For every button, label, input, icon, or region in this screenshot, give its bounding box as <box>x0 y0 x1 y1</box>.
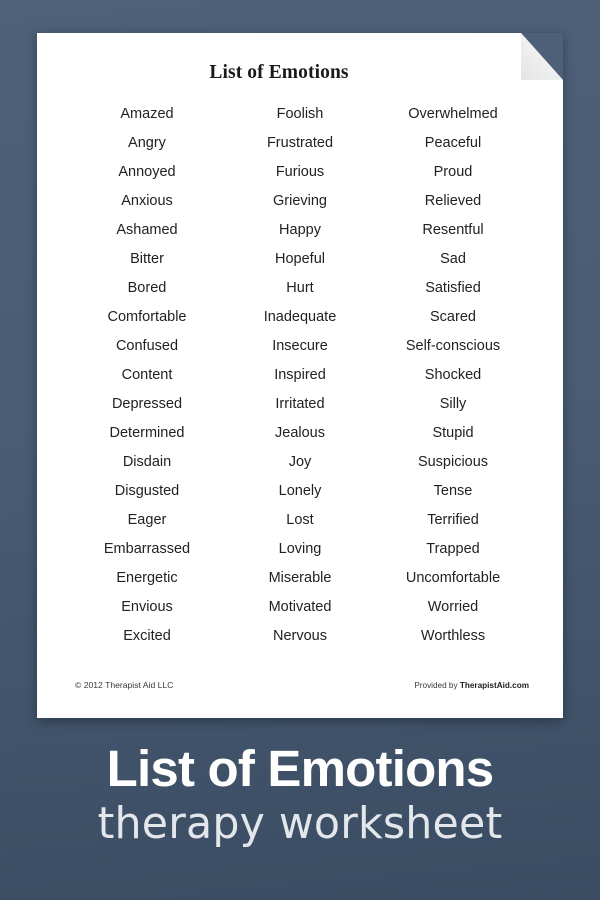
list-item: Eager <box>127 512 167 528</box>
list-item: Ashamed <box>116 222 178 238</box>
list-item: Grieving <box>273 193 327 209</box>
list-item: Loving <box>278 541 322 557</box>
list-item: Uncomfortable <box>405 570 501 586</box>
list-item: Tense <box>433 483 473 499</box>
list-item: Self-conscious <box>405 338 501 354</box>
list-item: Stupid <box>432 425 474 441</box>
list-item: Inadequate <box>263 309 337 325</box>
provided-by-label: Provided by <box>414 681 460 690</box>
page-title: List of Emotions <box>209 62 349 83</box>
list-item: Irritated <box>275 396 325 412</box>
caption-block: List of Emotions therapy worksheet <box>0 740 600 849</box>
list-item: Suspicious <box>417 454 489 470</box>
list-item: Insecure <box>272 338 328 354</box>
list-item: Nervous <box>273 628 327 644</box>
emotion-column-2: Foolish Frustrated Furious Grieving Happ… <box>224 100 376 651</box>
list-item: Peaceful <box>424 135 482 151</box>
list-item: Happy <box>279 222 321 238</box>
list-item: Anxious <box>121 193 173 209</box>
page-surface: List of Emotions Amazed Angry Annoyed An… <box>37 33 563 718</box>
list-item: Satisfied <box>425 280 481 296</box>
list-item: Bitter <box>130 251 164 267</box>
list-item: Motivated <box>268 599 332 615</box>
list-item: Shocked <box>424 367 482 383</box>
list-item: Relieved <box>424 193 482 209</box>
list-item: Furious <box>275 164 325 180</box>
list-item: Worried <box>427 599 479 615</box>
emotion-column-1: Amazed Angry Annoyed Anxious Ashamed Bit… <box>71 100 223 651</box>
list-item: Miserable <box>268 570 332 586</box>
list-item: Jealous <box>275 425 325 441</box>
list-item: Depressed <box>111 396 183 412</box>
worksheet-page[interactable]: List of Emotions Amazed Angry Annoyed An… <box>37 33 563 718</box>
list-item: Foolish <box>276 106 324 122</box>
page-footer: © 2012 Therapist Aid LLC Provided by The… <box>75 680 529 690</box>
copyright-notice: © 2012 Therapist Aid LLC <box>75 680 174 690</box>
list-item: Frustrated <box>266 135 334 151</box>
list-item: Sad <box>440 251 466 267</box>
list-item: Envious <box>121 599 173 615</box>
list-item: Lost <box>286 512 314 528</box>
list-item: Content <box>121 367 173 383</box>
list-item: Terrified <box>427 512 479 528</box>
list-item: Overwhelmed <box>408 106 498 122</box>
screenshot-root: List of Emotions Amazed Angry Annoyed An… <box>0 0 600 900</box>
list-item: Hopeful <box>275 251 325 267</box>
list-item: Bored <box>127 280 167 296</box>
list-item: Lonely <box>278 483 322 499</box>
list-item: Comfortable <box>107 309 187 325</box>
list-item: Confused <box>115 338 179 354</box>
list-item: Silly <box>439 396 467 412</box>
list-item: Worthless <box>420 628 486 644</box>
list-item: Trapped <box>426 541 480 557</box>
list-item: Hurt <box>286 280 314 296</box>
list-item: Inspired <box>274 367 326 383</box>
list-item: Energetic <box>116 570 178 586</box>
caption-subtitle: therapy worksheet <box>97 798 503 849</box>
list-item: Scared <box>430 309 476 325</box>
list-item: Disgusted <box>114 483 180 499</box>
emotion-column-3: Overwhelmed Peaceful Proud Relieved Rese… <box>377 100 529 651</box>
list-item: Embarrassed <box>103 541 191 557</box>
provided-by-brand[interactable]: TherapistAid.com <box>460 681 529 690</box>
list-item: Excited <box>123 628 171 644</box>
list-item: Resentful <box>422 222 484 238</box>
list-item: Joy <box>288 454 312 470</box>
list-item: Amazed <box>120 106 174 122</box>
list-item: Determined <box>109 425 185 441</box>
list-item: Disdain <box>122 454 172 470</box>
list-item: Angry <box>128 135 166 151</box>
provided-by-credit: Provided by TherapistAid.com <box>414 681 529 690</box>
list-item: Proud <box>433 164 473 180</box>
caption-title: List of Emotions <box>106 740 494 797</box>
list-item: Annoyed <box>118 164 176 180</box>
emotion-columns: Amazed Angry Annoyed Anxious Ashamed Bit… <box>71 100 529 651</box>
